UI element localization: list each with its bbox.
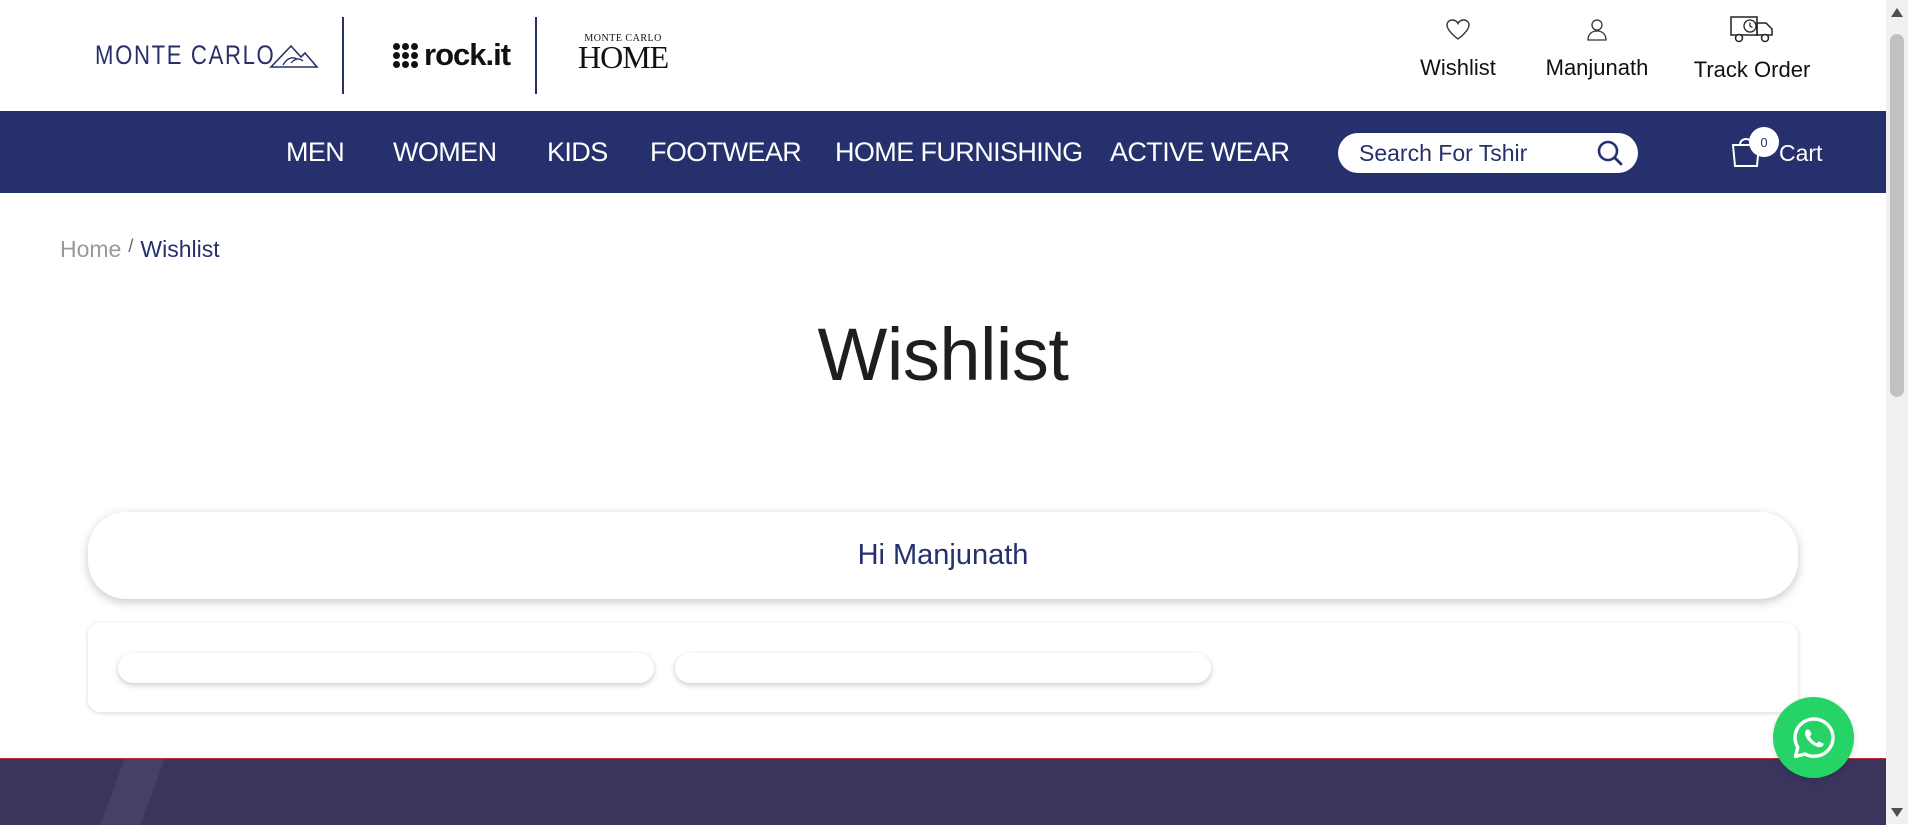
rockit-dots-icon: [393, 42, 418, 68]
wishlist-tab-placeholder[interactable]: [675, 653, 1211, 683]
nav-item-men[interactable]: MEN: [286, 137, 345, 168]
page-title: Wishlist: [817, 313, 1069, 396]
breadcrumb-separator: /: [128, 236, 134, 256]
header-wishlist-label: Wishlist: [1420, 55, 1496, 80]
header-account-label: Manjunath: [1545, 55, 1649, 80]
breadcrumb-current: Wishlist: [140, 236, 220, 262]
page-scrollbar[interactable]: [1886, 0, 1908, 824]
whatsapp-button[interactable]: [1773, 697, 1854, 778]
search-icon: [1597, 140, 1623, 166]
greeting-card: Hi Manjunath: [88, 512, 1798, 599]
footer-decoration: [91, 759, 169, 825]
whatsapp-icon: [1792, 716, 1835, 758]
header-track-order-link[interactable]: Track Order: [1692, 13, 1812, 83]
truck-icon: [1730, 16, 1773, 43]
nav-item-home-furnishing[interactable]: HOME FURNISHING: [835, 137, 1083, 168]
top-header: MONTE CARLO rock.it MONTE CARLO HOME Wis…: [0, 0, 1886, 111]
search-button[interactable]: [1596, 139, 1624, 172]
nav-item-footwear[interactable]: FOOTWEAR: [650, 137, 802, 168]
user-icon: [1587, 19, 1607, 41]
wishlist-tabs-card: [88, 623, 1798, 712]
nav-item-kids[interactable]: KIDS: [547, 137, 608, 168]
breadcrumb-home-link[interactable]: Home: [60, 236, 121, 263]
main-nav: MEN WOMEN KIDS FOOTWEAR HOME FURNISHING …: [0, 111, 1886, 193]
cart-count-badge: 0: [1749, 127, 1779, 157]
greeting-text: Hi Manjunath: [857, 539, 1029, 571]
header-account-link[interactable]: Manjunath: [1540, 14, 1654, 81]
cart-bag: 0: [1729, 127, 1779, 171]
nav-item-women[interactable]: WOMEN: [393, 137, 497, 168]
header-track-order-label: Track Order: [1693, 57, 1811, 82]
scrollbar-thumb[interactable]: [1890, 34, 1904, 397]
rockit-logo[interactable]: rock.it: [393, 37, 511, 73]
footer: [0, 758, 1886, 825]
heart-icon: [1446, 19, 1470, 40]
search-input[interactable]: [1359, 139, 1584, 167]
search-box: [1338, 133, 1638, 173]
brand-divider: [535, 17, 537, 94]
header-wishlist-link[interactable]: Wishlist: [1413, 14, 1503, 81]
monte-carlo-home-logo[interactable]: MONTE CARLO HOME: [578, 33, 669, 75]
home-logo-big-text: HOME: [578, 39, 669, 75]
cart-label: Cart: [1779, 139, 1823, 166]
monte-carlo-logo-text: MONTE CARLO: [95, 40, 276, 70]
scroll-up-arrow-icon[interactable]: [1891, 8, 1903, 17]
monte-carlo-logo[interactable]: MONTE CARLO: [95, 40, 319, 71]
rockit-logo-text: rock.it: [424, 37, 511, 72]
cart-button[interactable]: 0 Cart: [1729, 127, 1823, 171]
scroll-down-arrow-icon[interactable]: [1891, 808, 1903, 817]
nav-item-active-wear[interactable]: ACTIVE WEAR: [1110, 137, 1290, 168]
monte-carlo-mountain-icon: [269, 44, 319, 68]
breadcrumb: Home / Wishlist: [60, 236, 220, 263]
wishlist-tab-placeholder[interactable]: [118, 653, 654, 683]
brand-divider: [342, 17, 344, 94]
